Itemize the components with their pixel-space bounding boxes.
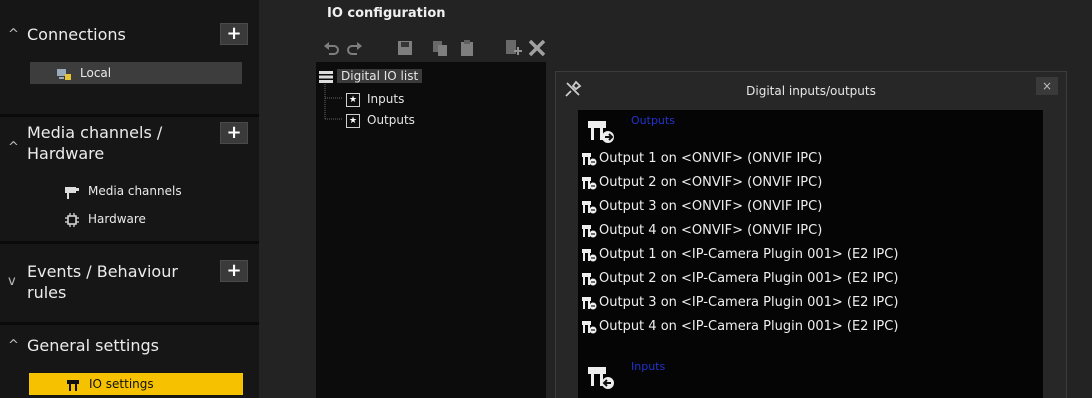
save-icon[interactable] xyxy=(395,38,415,58)
digital-io-dialog: Digital inputs/outputs × Outputs Output … xyxy=(555,71,1067,398)
sidebar-item-label: IO settings xyxy=(89,377,154,391)
list-item-label: Output 2 on <IP-Camera Plugin 001> (E2 I… xyxy=(599,271,899,286)
list-item-label: Output 3 on <IP-Camera Plugin 001> (E2 I… xyxy=(599,295,899,310)
output-plug-icon xyxy=(582,296,597,309)
list-item[interactable]: Output 2 on <IP-Camera Plugin 001> (E2 I… xyxy=(581,268,898,290)
add-media-button[interactable]: + xyxy=(220,122,248,144)
undo-icon[interactable] xyxy=(321,38,341,58)
main-panel: IO configuration Digital IO list ★ Inputs xyxy=(259,0,1092,398)
page-title: IO configuration xyxy=(327,6,446,21)
sidebar-item-label: Local xyxy=(80,66,112,80)
output-plug-icon xyxy=(582,224,597,237)
sidebar-item-media-channels[interactable]: Media channels xyxy=(64,180,234,202)
list-item[interactable]: Output 2 on <ONVIF> (ONVIF IPC) xyxy=(581,172,822,194)
add-connection-button[interactable]: + xyxy=(220,23,248,45)
list-item[interactable]: Output 1 on <IP-Camera Plugin 001> (E2 I… xyxy=(581,244,898,266)
add-icon[interactable] xyxy=(503,38,523,58)
list-item-label: Output 1 on <IP-Camera Plugin 001> (E2 I… xyxy=(599,247,899,262)
redo-icon[interactable] xyxy=(345,38,365,58)
section-title-media[interactable]: Media channels / Hardware xyxy=(27,122,207,164)
list-item-label: Output 4 on <ONVIF> (ONVIF IPC) xyxy=(599,223,823,238)
chip-icon xyxy=(65,212,79,227)
chevron-up-icon[interactable]: ^ xyxy=(8,338,19,353)
io-plug-icon xyxy=(67,379,79,391)
section-title-connections[interactable]: Connections xyxy=(27,24,217,45)
list-item-label: Output 1 on <ONVIF> (ONVIF IPC) xyxy=(599,151,823,166)
list-icon xyxy=(319,70,333,83)
app-window: ^ Connections + Local ^ Media channels /… xyxy=(0,0,1092,398)
section-title-events[interactable]: Events / Behaviour rules xyxy=(27,261,187,303)
output-plug-icon xyxy=(582,200,597,213)
sidebar-section-general: ^ General settings IO settings xyxy=(0,325,259,398)
chevron-up-icon[interactable]: ^ xyxy=(8,140,19,155)
tree-item-icon: ★ xyxy=(346,92,360,107)
output-plug-icon xyxy=(582,248,597,261)
sidebar: ^ Connections + Local ^ Media channels /… xyxy=(0,0,259,398)
sidebar-section-events: v Events / Behaviour rules + xyxy=(0,244,259,324)
tree-item-icon: ★ xyxy=(346,113,360,128)
tree-node-label: Inputs xyxy=(367,92,405,106)
close-button[interactable]: × xyxy=(1036,77,1058,95)
sidebar-item-label: Media channels xyxy=(88,184,182,198)
list-item-label: Output 3 on <ONVIF> (ONVIF IPC) xyxy=(599,199,823,214)
sidebar-item-label: Hardware xyxy=(88,212,146,226)
list-item[interactable]: Output 4 on <ONVIF> (ONVIF IPC) xyxy=(581,220,822,242)
output-plug-icon xyxy=(582,152,597,165)
sidebar-item-hardware[interactable]: Hardware xyxy=(64,208,234,230)
list-item[interactable]: Output 3 on <IP-Camera Plugin 001> (E2 I… xyxy=(581,292,898,314)
io-list: Outputs Output 1 on <ONVIF> (ONVIF IPC) O… xyxy=(578,110,1043,398)
output-plug-icon xyxy=(582,272,597,285)
output-plug-icon xyxy=(582,320,597,333)
copy-icon[interactable] xyxy=(430,38,450,58)
list-item-label: Output 2 on <ONVIF> (ONVIF IPC) xyxy=(599,175,823,190)
sidebar-section-media: ^ Media channels / Hardware + Media chan… xyxy=(0,117,259,243)
io-tree: Digital IO list ★ Inputs ★ Outputs xyxy=(316,62,546,398)
tree-node-outputs[interactable]: ★ Outputs xyxy=(346,111,415,129)
sidebar-item-local[interactable]: Local xyxy=(30,62,242,84)
sidebar-section-connections: ^ Connections + Local xyxy=(0,0,259,117)
delete-icon[interactable] xyxy=(527,38,547,58)
dialog-title: Digital inputs/outputs xyxy=(746,84,876,98)
camera-icon xyxy=(65,186,79,199)
tree-node-inputs[interactable]: ★ Inputs xyxy=(346,90,404,108)
group-label: Outputs xyxy=(631,114,675,127)
list-item-label: Output 4 on <IP-Camera Plugin 001> (E2 I… xyxy=(599,319,899,334)
add-event-button[interactable]: + xyxy=(220,260,248,282)
paste-icon[interactable] xyxy=(457,38,477,58)
sidebar-item-io-settings[interactable]: IO settings xyxy=(29,373,243,395)
chevron-up-icon[interactable]: ^ xyxy=(8,27,19,42)
tree-node-label: Digital IO list xyxy=(337,69,423,83)
list-item[interactable]: Output 4 on <IP-Camera Plugin 001> (E2 I… xyxy=(581,316,898,338)
list-item[interactable]: Output 1 on <ONVIF> (ONVIF IPC) xyxy=(581,148,822,170)
tree-node-label: Outputs xyxy=(367,113,415,127)
list-item[interactable]: Output 3 on <ONVIF> (ONVIF IPC) xyxy=(581,196,822,218)
tree-node-digital-io-list[interactable]: Digital IO list xyxy=(319,67,423,85)
section-title-general[interactable]: General settings xyxy=(27,335,217,356)
group-label: Inputs xyxy=(631,360,666,373)
network-server-icon xyxy=(57,68,71,80)
output-plug-icon xyxy=(582,176,597,189)
chevron-down-icon[interactable]: v xyxy=(8,274,16,289)
output-plug-icon xyxy=(588,121,614,143)
input-plug-icon xyxy=(588,367,614,389)
